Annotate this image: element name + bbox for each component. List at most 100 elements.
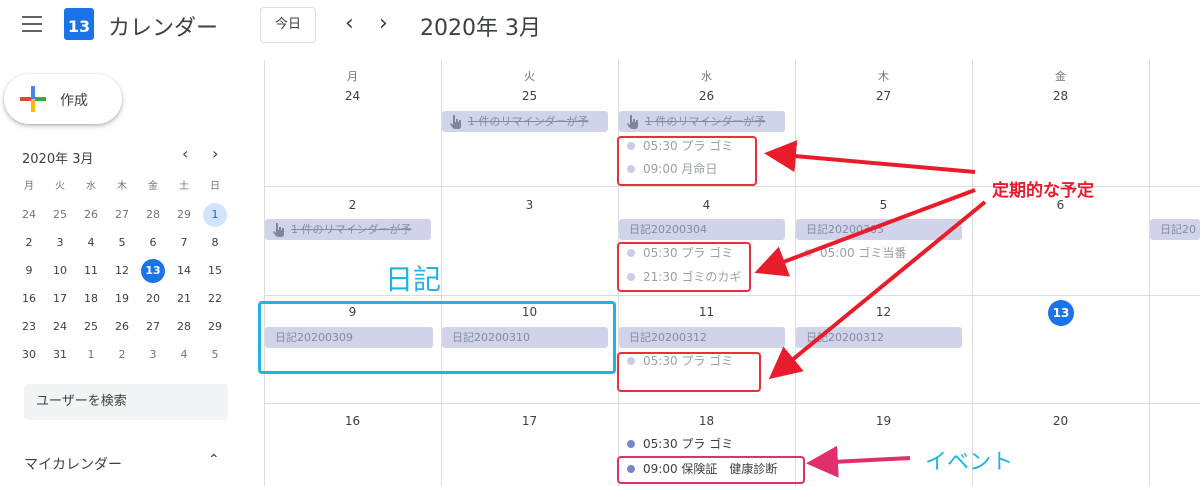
diary-chip[interactable]: 日記20 bbox=[1150, 219, 1200, 240]
mini-day[interactable]: 27 bbox=[138, 314, 168, 340]
recurring-highlight-box bbox=[617, 242, 751, 292]
day-number[interactable]: 20 bbox=[972, 414, 1149, 428]
mini-day[interactable]: 3 bbox=[138, 342, 168, 368]
mini-day[interactable]: 6 bbox=[138, 230, 168, 256]
mini-day[interactable]: 17 bbox=[45, 286, 75, 312]
mini-day[interactable]: 23 bbox=[14, 314, 44, 340]
today-button[interactable]: 今日 bbox=[260, 7, 316, 43]
reminder-text: 1 件のリマインダーが予 bbox=[291, 223, 412, 236]
reminder-chip[interactable]: 1 件のリマインダーが予 bbox=[442, 111, 608, 132]
mini-weekday: 土 bbox=[179, 181, 189, 192]
mini-prev-icon[interactable]: ‹ bbox=[182, 144, 188, 163]
day-number[interactable]: 2 bbox=[264, 198, 441, 212]
mini-day[interactable]: 27 bbox=[107, 202, 137, 228]
calendar-app: 13 カレンダー 今日 ‹ › 2020年 3月 作成 2020年 3月 ‹ ›… bbox=[0, 0, 1200, 486]
diary-chip[interactable]: 日記20200304 bbox=[619, 219, 785, 240]
mini-day[interactable]: 28 bbox=[169, 314, 199, 340]
mini-day[interactable]: 5 bbox=[200, 342, 230, 368]
chevron-up-icon[interactable]: ⌃ bbox=[208, 452, 220, 468]
mini-day[interactable]: 12 bbox=[107, 258, 137, 284]
create-button[interactable]: 作成 bbox=[4, 74, 122, 124]
reminder-chip[interactable]: 1 件のリマインダーが予 bbox=[619, 111, 785, 132]
day-number[interactable]: 12 bbox=[795, 305, 972, 319]
mini-day[interactable]: 29 bbox=[169, 202, 199, 228]
diary-chip[interactable]: 日記20200312 bbox=[796, 327, 962, 348]
hand-pointer-icon bbox=[627, 115, 638, 129]
mini-day[interactable]: 10 bbox=[45, 258, 75, 284]
mini-day-selected[interactable]: 1 bbox=[200, 202, 230, 228]
my-calendars-label[interactable]: マイカレンダー bbox=[24, 454, 122, 474]
mini-day[interactable]: 15 bbox=[200, 258, 230, 284]
diary-highlight-box bbox=[258, 301, 616, 374]
recurring-annotation: 定期的な予定 bbox=[992, 181, 1094, 201]
mini-day[interactable]: 20 bbox=[138, 286, 168, 312]
weekday-header: 月 bbox=[347, 70, 358, 83]
reminder-chip[interactable]: 1 件のリマインダーが予 bbox=[265, 219, 431, 240]
calendar-logo-icon: 13 bbox=[64, 8, 94, 40]
day-number[interactable]: 26 bbox=[618, 89, 795, 103]
mini-day[interactable]: 21 bbox=[169, 286, 199, 312]
menu-icon[interactable] bbox=[22, 16, 42, 32]
mini-day[interactable]: 1 bbox=[76, 342, 106, 368]
day-number[interactable]: 17 bbox=[441, 414, 618, 428]
mini-day[interactable]: 26 bbox=[107, 314, 137, 340]
mini-weekday: 月 bbox=[24, 181, 34, 192]
reminder-text: 1 件のリマインダーが予 bbox=[468, 115, 589, 128]
mini-day[interactable]: 2 bbox=[14, 230, 44, 256]
day-number[interactable]: 24 bbox=[264, 89, 441, 103]
people-search-input[interactable]: ユーザーを検索 bbox=[24, 384, 228, 420]
mini-day[interactable]: 7 bbox=[169, 230, 199, 256]
day-number[interactable]: 3 bbox=[441, 198, 618, 212]
app-header: 13 カレンダー 今日 ‹ › 2020年 3月 bbox=[0, 0, 1200, 52]
event-item[interactable]: 05:30 プラ ゴミ bbox=[627, 435, 733, 453]
mini-weekday: 金 bbox=[148, 181, 158, 192]
mini-day[interactable]: 25 bbox=[76, 314, 106, 340]
day-number[interactable]: 4 bbox=[618, 198, 795, 212]
mini-day[interactable]: 28 bbox=[138, 202, 168, 228]
mini-day[interactable]: 3 bbox=[45, 230, 75, 256]
mini-day[interactable]: 14 bbox=[169, 258, 199, 284]
weekday-header: 金 bbox=[1055, 70, 1066, 83]
mini-day[interactable]: 31 bbox=[45, 342, 75, 368]
day-number[interactable]: 16 bbox=[264, 414, 441, 428]
day-number[interactable]: 19 bbox=[795, 414, 972, 428]
mini-day[interactable]: 25 bbox=[45, 202, 75, 228]
event-annotation: イベント bbox=[925, 450, 1014, 475]
mini-day[interactable]: 9 bbox=[14, 258, 44, 284]
mini-day[interactable]: 4 bbox=[169, 342, 199, 368]
mini-day[interactable]: 16 bbox=[14, 286, 44, 312]
day-number[interactable]: 28 bbox=[972, 89, 1149, 103]
mini-day[interactable]: 5 bbox=[107, 230, 137, 256]
today-day-number[interactable]: 13 bbox=[1048, 300, 1074, 326]
event-highlight-box bbox=[617, 456, 805, 484]
day-number[interactable]: 11 bbox=[618, 305, 795, 319]
mini-day[interactable]: 19 bbox=[107, 286, 137, 312]
mini-day[interactable]: 26 bbox=[76, 202, 106, 228]
mini-weekday: 水 bbox=[86, 181, 96, 192]
mini-day[interactable]: 11 bbox=[76, 258, 106, 284]
day-number[interactable]: 25 bbox=[441, 89, 618, 103]
event-dot bbox=[627, 439, 635, 448]
mini-day[interactable]: 18 bbox=[76, 286, 106, 312]
weekday-header: 水 bbox=[701, 70, 712, 83]
day-number[interactable]: 27 bbox=[795, 89, 972, 103]
chevron-right-icon[interactable]: › bbox=[379, 12, 388, 36]
weekday-header: 木 bbox=[878, 70, 889, 83]
mini-day[interactable]: 24 bbox=[14, 202, 44, 228]
diary-chip[interactable]: 日記20200305 bbox=[796, 219, 962, 240]
mini-day[interactable]: 8 bbox=[200, 230, 230, 256]
mini-next-icon[interactable]: › bbox=[212, 144, 218, 163]
day-number[interactable]: 18 bbox=[618, 414, 795, 428]
mini-day[interactable]: 29 bbox=[200, 314, 230, 340]
day-number[interactable]: 5 bbox=[795, 198, 972, 212]
mini-day[interactable]: 4 bbox=[76, 230, 106, 256]
event-item[interactable]: 05:00 ゴミ当番 bbox=[804, 244, 906, 262]
chevron-left-icon[interactable]: ‹ bbox=[345, 12, 354, 36]
diary-chip[interactable]: 日記20200312 bbox=[619, 327, 785, 348]
mini-day-today[interactable]: 13 bbox=[138, 258, 168, 284]
mini-day[interactable]: 24 bbox=[45, 314, 75, 340]
mini-day[interactable]: 22 bbox=[200, 286, 230, 312]
mini-day[interactable]: 2 bbox=[107, 342, 137, 368]
month-title: 2020年 3月 bbox=[420, 16, 541, 41]
mini-day[interactable]: 30 bbox=[14, 342, 44, 368]
